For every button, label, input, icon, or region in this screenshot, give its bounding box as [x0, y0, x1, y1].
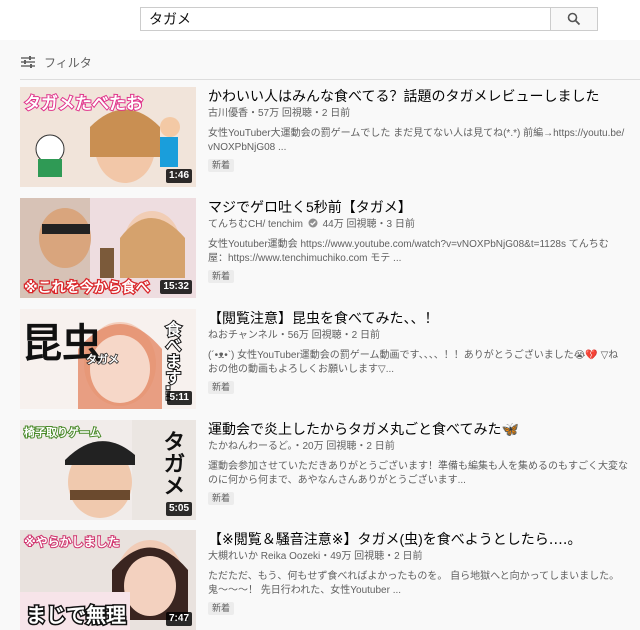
channel-info[interactable]: たかねんわーるど。・20万 回視聴・2 日前 — [208, 440, 638, 454]
duration-badge: 1:46 — [165, 169, 192, 183]
filter-button[interactable]: フィルタ — [20, 52, 92, 72]
thumbnail-text: ※やらかしました — [24, 535, 120, 549]
thumbnail-text: ※これを今から食べ — [24, 279, 150, 296]
filter-label: フィルタ — [44, 55, 92, 70]
search-icon — [567, 12, 581, 26]
duration-badge: 15:32 — [160, 280, 192, 294]
new-badge: 新着 — [208, 270, 235, 283]
filter-icon — [21, 56, 35, 68]
new-badge: 新着 — [208, 602, 235, 615]
top-bar — [0, 0, 640, 40]
video-description: (´•ᴥ•`) 女性YouTuber運動会の罰ゲーム動画です、、、、！！ありがと… — [208, 350, 619, 375]
video-description: 運動会参加させていただきありがとうございます！準備も編集も人を集めるのもすごく大… — [208, 461, 628, 486]
search-input[interactable] — [140, 7, 550, 31]
search-button[interactable] — [550, 7, 598, 31]
video-thumbnail[interactable]: タガメたべたお 1:46 — [20, 87, 196, 187]
channel-name[interactable]: てんちむCH/ tenchim — [208, 219, 303, 230]
video-title[interactable]: マジでゲロ吐く5秒前【タガメ】 — [208, 198, 638, 216]
video-title[interactable]: 【閲覧注意】昆虫を食べてみた、、！ — [208, 309, 638, 327]
duration-badge: 7:47 — [165, 612, 192, 626]
video-result[interactable]: タガメたべたお 1:46 かわいい人はみんな食べてる？話題のタガメレビューしまし… — [20, 87, 640, 187]
thumbnail-text: タガメたべたお — [24, 94, 143, 114]
channel-info[interactable]: ねおチャンネル・56万 回視聴・2 日前 — [208, 329, 638, 343]
new-badge: 新着 — [208, 492, 235, 505]
divider — [20, 79, 640, 80]
thumbnail-text-small: タガメ — [86, 352, 119, 366]
video-thumbnail[interactable]: 昆虫 タガメ 食べます… 5:11 — [20, 309, 196, 409]
video-thumbnail[interactable]: ※これを今から食べ 15:32 — [20, 198, 196, 298]
video-thumbnail[interactable]: ※やらかしました まじで無理 7:47 — [20, 530, 196, 630]
channel-stats: 44万 回視聴・3 日前 — [322, 219, 415, 230]
thumbnail-text: 椅子取りゲーム — [24, 425, 101, 439]
new-badge: 新着 — [208, 159, 235, 172]
video-result[interactable]: 昆虫 タガメ 食べます… 5:11 【閲覧注意】昆虫を食べてみた、、！ ねおチャ… — [20, 309, 640, 409]
thumbnail-text-big: まじで無理 — [26, 603, 126, 627]
channel-info[interactable]: 古川優香・57万 回視聴・2 日前 — [208, 107, 638, 121]
new-badge: 新着 — [208, 381, 235, 394]
video-description: 女性YouTuber大運動会の罰ゲームでした まだ見てない人は見てね(*.*) … — [208, 128, 625, 153]
video-title[interactable]: 【※閲覧＆騒音注意※】タガメ(虫)を食べようとしたら‥‥。 — [208, 530, 638, 548]
video-title[interactable]: かわいい人はみんな食べてる？話題のタガメレビューしました — [208, 87, 638, 105]
video-thumbnail[interactable]: 椅子取りゲーム タガメ 5:05 — [20, 420, 196, 520]
duration-badge: 5:05 — [165, 502, 192, 516]
video-result[interactable]: ※これを今から食べ 15:32 マジでゲロ吐く5秒前【タガメ】 てんちむCH/ … — [20, 198, 640, 298]
video-description: 女性Youtuber運動会 https://www.youtube.com/wa… — [208, 239, 609, 264]
video-result[interactable]: 椅子取りゲーム タガメ 5:05 運動会で炎上したからタガメ丸ごと食べてみた🦋 … — [20, 420, 640, 520]
thumbnail-text-side: 食べます… — [163, 320, 183, 401]
thumbnail-text-side: タガメ — [160, 430, 185, 496]
verified-icon — [308, 218, 318, 228]
video-result[interactable]: ※やらかしました まじで無理 7:47 【※閲覧＆騒音注意※】タガメ(虫)を食べ… — [20, 530, 640, 630]
video-title[interactable]: 運動会で炎上したからタガメ丸ごと食べてみた🦋 — [208, 420, 638, 438]
channel-info[interactable]: てんちむCH/ tenchim 44万 回視聴・3 日前 — [208, 218, 638, 232]
duration-badge: 5:11 — [166, 391, 192, 405]
channel-info[interactable]: 大槻れいか Reika Oozeki・49万 回視聴・2 日前 — [208, 550, 638, 564]
video-description: ただただ、もう、何もせず食べればよかったものを。 自ら地獄へと向かってしまいまし… — [208, 571, 620, 596]
